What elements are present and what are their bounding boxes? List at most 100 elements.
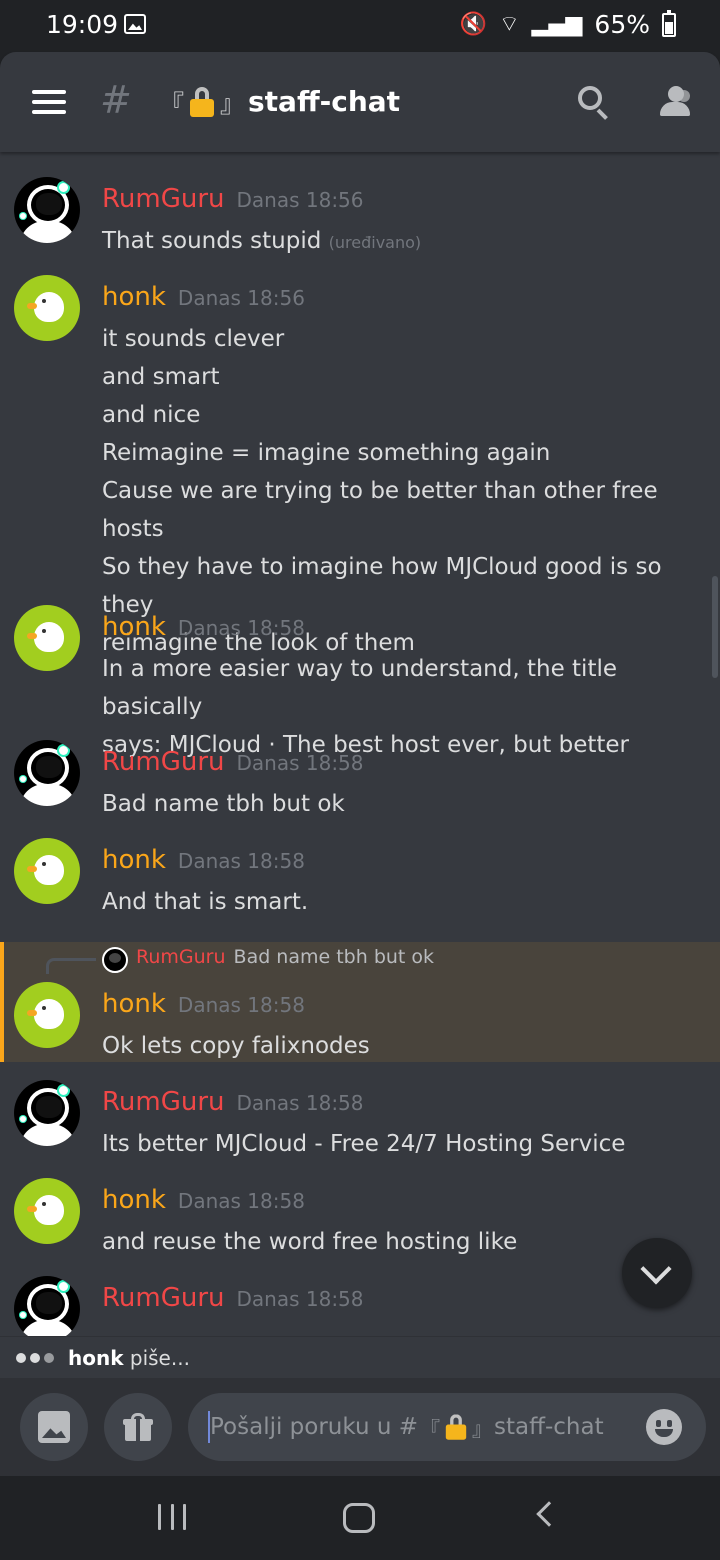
wifi-icon: ⌔ (498, 11, 520, 37)
message-line: it sounds clever (102, 326, 285, 352)
message-line: Its better MJCloud - Free 24/7 Hosting S… (102, 1131, 626, 1157)
username[interactable]: honk (102, 845, 166, 875)
emoji-icon[interactable] (646, 1409, 682, 1445)
typing-dots-icon (16, 1352, 54, 1363)
search-icon[interactable] (578, 86, 610, 120)
avatar[interactable] (14, 275, 80, 341)
message-header: honk Danas 18:58 (102, 989, 305, 1019)
message-line: and nice (102, 402, 201, 428)
username[interactable]: honk (102, 282, 166, 312)
reply-avatar[interactable] (102, 947, 128, 973)
message-line: Bad name tbh but ok (102, 791, 345, 817)
signal-icon: ▂▄▆ (531, 11, 583, 37)
typing-suffix: piše... (123, 1345, 190, 1370)
jump-to-present-button[interactable] (622, 1238, 692, 1308)
message-input-placeholder: Pošalji poruku u # 『 』 staff-chat (210, 1412, 604, 1442)
home-icon[interactable] (343, 1503, 375, 1533)
message-header: RumGuru Danas 18:58 (102, 747, 364, 777)
avatar[interactable] (14, 1080, 80, 1146)
message-content: it sounds clever and smart and nice Reim… (102, 320, 720, 662)
message-list[interactable]: RumGuru Danas 18:56 That sounds stupid (… (0, 152, 720, 1336)
mute-icon: 🔇 (459, 11, 487, 37)
gift-icon (123, 1413, 153, 1441)
gallery-icon (124, 14, 146, 34)
avatar[interactable] (14, 1276, 80, 1336)
reply-text: Bad name tbh but ok (233, 946, 435, 968)
avatar[interactable] (14, 838, 80, 904)
username[interactable]: honk (102, 989, 166, 1019)
lock-icon (445, 1414, 467, 1440)
placeholder-prefix: Pošalji poruku u # (210, 1414, 419, 1440)
typing-user: honk (68, 1345, 124, 1370)
message-line: and reuse the word free hosting like (102, 1229, 518, 1255)
message-line: In a more easier way to understand, the … (102, 656, 618, 720)
typing-label: honk piše... (68, 1346, 190, 1370)
members-icon[interactable] (656, 84, 696, 120)
message-line: and smart (102, 364, 220, 390)
message-line: Ok lets copy falixnodes (102, 1033, 370, 1059)
timestamp: Danas 18:58 (177, 1189, 305, 1213)
message-header: RumGuru Danas 18:58 (102, 1087, 364, 1117)
edited-label: (uređivano) (328, 233, 422, 252)
lock-icon (190, 86, 214, 117)
battery-icon (662, 9, 676, 37)
channel-title: 『 』 staff-chat (160, 84, 400, 119)
message-header: honk Danas 18:58 (102, 845, 305, 875)
timestamp: Danas 18:58 (236, 1287, 364, 1311)
battery-percent: 65% (594, 10, 650, 39)
gift-button[interactable] (104, 1393, 172, 1461)
timestamp: Danas 18:58 (236, 1091, 364, 1115)
avatar[interactable] (14, 605, 80, 671)
status-bar: 19:09 🔇 ⌔ ▂▄▆ 65% (0, 0, 720, 52)
reply-username[interactable]: RumGuru (136, 946, 226, 968)
message-line: Cause we are trying to be better than ot… (102, 478, 658, 542)
avatar[interactable] (14, 177, 80, 243)
message-header: honk Danas 18:58 (102, 612, 305, 642)
bracket-close: 』 (472, 1416, 493, 1441)
bracket-close: 』 (220, 90, 244, 118)
attach-image-button[interactable] (20, 1393, 88, 1461)
message-header: honk Danas 18:58 (102, 1185, 305, 1215)
placeholder-channel: staff-chat (494, 1414, 604, 1440)
message-header: RumGuru Danas 18:58 (102, 1283, 364, 1313)
message-content: Ok lets copy falixnodes (102, 1027, 370, 1065)
bracket-open: 『 (160, 90, 184, 118)
scrollbar-thumb[interactable] (712, 576, 718, 678)
message-line: And that is smart. (102, 889, 309, 915)
message-line: That sounds stupid (102, 228, 322, 254)
username[interactable]: RumGuru (102, 1283, 225, 1313)
username[interactable]: honk (102, 1185, 166, 1215)
menu-icon[interactable] (32, 90, 66, 114)
typing-indicator: honk piše... (0, 1336, 720, 1378)
channel-hash-icon: # (100, 78, 132, 122)
avatar[interactable] (14, 740, 80, 806)
bracket-open: 『 (420, 1416, 441, 1441)
username[interactable]: honk (102, 612, 166, 642)
message-content: That sounds stupid (uređivano) (102, 222, 421, 262)
message-line: Reimagine = imagine something again (102, 440, 551, 466)
system-nav-bar (0, 1476, 720, 1560)
avatar[interactable] (14, 982, 80, 1048)
reply-preview[interactable]: RumGuru Bad name tbh but ok (136, 946, 434, 968)
username[interactable]: RumGuru (102, 184, 225, 214)
message-input[interactable]: Pošalji poruku u # 『 』 staff-chat (188, 1393, 706, 1461)
reply-connector (46, 958, 96, 974)
timestamp: Danas 18:58 (236, 751, 364, 775)
status-time: 19:09 (46, 10, 119, 39)
avatar[interactable] (14, 1178, 80, 1244)
back-icon[interactable] (536, 1501, 562, 1527)
message-content: And that is smart. (102, 883, 308, 921)
username[interactable]: RumGuru (102, 747, 225, 777)
timestamp: Danas 18:56 (236, 188, 364, 212)
message-header: RumGuru Danas 18:56 (102, 184, 364, 214)
message-composer: Pošalji poruku u # 『 』 staff-chat (0, 1378, 720, 1476)
message-content: and reuse the word free hosting like (102, 1223, 517, 1261)
recents-icon[interactable] (158, 1504, 186, 1530)
username[interactable]: RumGuru (102, 1087, 225, 1117)
timestamp: Danas 18:58 (177, 849, 305, 873)
timestamp: Danas 18:58 (177, 993, 305, 1017)
channel-header: # 『 』 staff-chat (0, 52, 720, 152)
message-content: Its better MJCloud - Free 24/7 Hosting S… (102, 1125, 625, 1163)
image-icon (38, 1411, 70, 1443)
message-content: Bad name tbh but ok (102, 785, 345, 823)
